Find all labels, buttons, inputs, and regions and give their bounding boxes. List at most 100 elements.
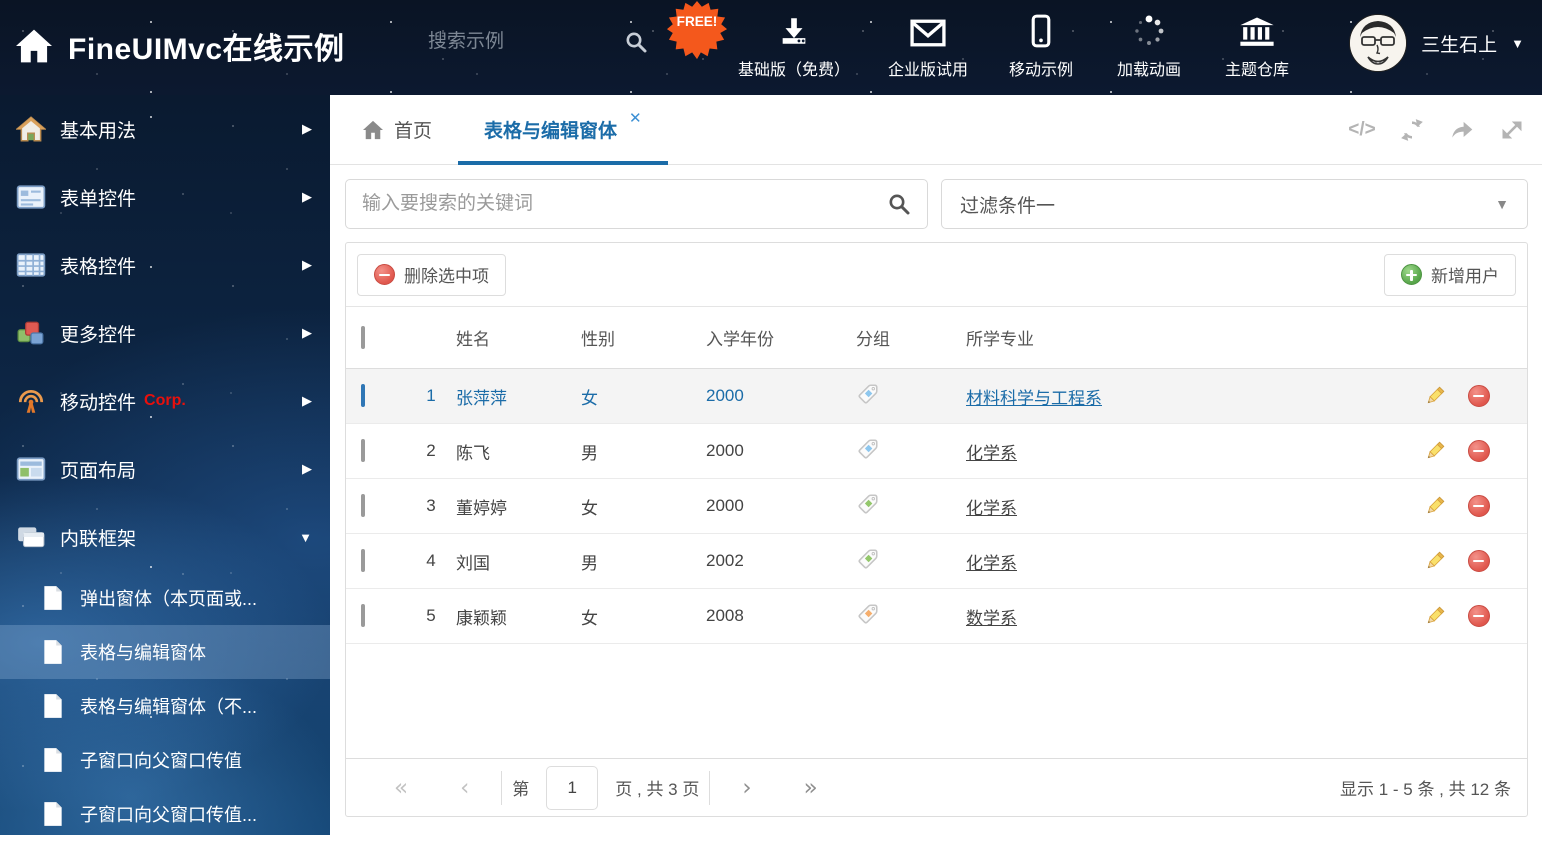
sidebar-subitem-grid-edit-window[interactable]: 表格与编辑窗体 <box>0 625 330 679</box>
edit-icon[interactable] <box>1423 604 1447 628</box>
filter-condition-select[interactable]: 过滤条件一 ▼ <box>941 179 1528 229</box>
table-row: 1 张萍萍 女 2000 材料科学与工程系 <box>346 369 1527 424</box>
delete-row-icon[interactable] <box>1468 440 1490 462</box>
edit-icon[interactable] <box>1423 384 1447 408</box>
delete-row-icon[interactable] <box>1468 495 1490 517</box>
app-title: FineUIMvc在线示例 <box>68 33 345 66</box>
sidebar-item-more-controls[interactable]: 更多控件 ▶ <box>0 299 330 367</box>
cell-year: 2000 <box>706 441 744 460</box>
search-icon[interactable] <box>624 30 648 54</box>
brand[interactable]: FineUIMvc在线示例 <box>14 24 345 68</box>
major-link[interactable]: 化学系 <box>966 444 1017 463</box>
file-icon <box>44 748 62 772</box>
nav-enterprise-trial[interactable]: 企业版试用 <box>888 12 968 80</box>
sidebar: 基本用法 ▶ 表单控件 ▶ 表格控件 ▶ 更多控件 ▶ 移动控件 Corp. ▶… <box>0 95 330 835</box>
sidebar-item-iframe[interactable]: 内联框架 ▼ <box>0 503 330 571</box>
sidebar-subitem-grid-edit-window-2[interactable]: 表格与编辑窗体（不... <box>0 679 330 733</box>
nav-label: 基础版（免费） <box>737 62 850 79</box>
sidebar-item-mobile-controls[interactable]: 移动控件 Corp. ▶ <box>0 367 330 435</box>
chevron-right-icon: ▶ <box>302 121 312 136</box>
delete-row-icon[interactable] <box>1468 605 1490 627</box>
keyword-search-box <box>345 179 928 229</box>
major-link[interactable]: 化学系 <box>966 554 1017 573</box>
col-year: 入学年份 <box>706 330 774 349</box>
chevron-down-icon: ▼ <box>1495 196 1509 212</box>
sidebar-item-grid-controls[interactable]: 表格控件 ▶ <box>0 231 330 299</box>
file-icon <box>44 694 62 718</box>
row-checkbox[interactable] <box>361 384 365 407</box>
add-user-button[interactable]: 新增用户 <box>1384 253 1516 296</box>
select-all-checkbox[interactable] <box>361 325 365 349</box>
corp-badge: Corp. <box>144 392 186 409</box>
last-page-icon[interactable]: » <box>778 775 844 801</box>
filter-selected-value: 过滤条件一 <box>960 195 1056 217</box>
tab-close-icon[interactable]: ✕ <box>629 109 642 127</box>
sidebar-subitem-child-to-parent[interactable]: 子窗口向父窗口传值 <box>0 733 330 787</box>
col-gender: 性别 <box>581 330 615 349</box>
layout-icon <box>16 457 46 481</box>
edit-icon[interactable] <box>1423 549 1447 573</box>
keyword-search-input[interactable] <box>362 193 887 215</box>
next-page-icon[interactable]: › <box>716 775 777 801</box>
sidebar-item-label: 页面布局 <box>60 460 137 482</box>
user-caret-icon: ▼ <box>1511 35 1524 51</box>
row-checkbox[interactable] <box>361 494 365 517</box>
edit-icon[interactable] <box>1423 439 1447 463</box>
source-code-icon[interactable]: </> <box>1348 116 1376 144</box>
table-row: 2 陈飞 男 2000 化学系 <box>346 424 1527 479</box>
first-page-icon[interactable]: « <box>368 775 434 801</box>
sidebar-subitem-child-to-parent-2[interactable]: 子窗口向父窗口传值... <box>0 787 330 841</box>
nav-loading-animation[interactable]: 加载动画 <box>1114 12 1184 80</box>
edit-icon[interactable] <box>1423 494 1447 518</box>
search-icon[interactable] <box>887 192 911 216</box>
divider <box>501 770 503 805</box>
fullscreen-icon[interactable] <box>1498 116 1526 144</box>
sidebar-item-form-controls[interactable]: 表单控件 ▶ <box>0 163 330 231</box>
page-number-input[interactable] <box>546 765 599 810</box>
sidebar-item-basic-usage[interactable]: 基本用法 ▶ <box>0 95 330 163</box>
cell-year: 2002 <box>706 551 744 570</box>
user-menu[interactable]: 三生石上 ▼ <box>1349 14 1524 72</box>
delete-row-icon[interactable] <box>1468 550 1490 572</box>
sidebar-subitem-label: 表格与编辑窗体（不... <box>80 697 258 717</box>
filter-row: 过滤条件一 ▼ <box>345 179 1528 229</box>
major-link[interactable]: 材料科学与工程系 <box>966 389 1102 408</box>
refresh-icon[interactable] <box>1398 116 1426 144</box>
top-header: FineUIMvc在线示例 FREE! 基础版（免费） <box>0 0 1542 95</box>
delete-selected-button[interactable]: 删除选中项 <box>357 253 506 296</box>
antenna-icon <box>18 390 44 413</box>
top-search <box>428 30 648 54</box>
chevron-right-icon: ▶ <box>302 257 312 272</box>
sidebar-item-label: 基本用法 <box>60 120 137 142</box>
chevron-right-icon: ▶ <box>302 461 312 476</box>
top-search-input[interactable] <box>428 31 568 53</box>
home-icon <box>16 29 52 63</box>
major-link[interactable]: 数学系 <box>966 609 1017 628</box>
tab-label: 表格与编辑窗体 <box>484 121 618 142</box>
nav-theme-repo[interactable]: 主题仓库 <box>1222 12 1292 80</box>
tab-home[interactable]: 首页 <box>336 95 458 164</box>
divider <box>709 770 711 805</box>
row-checkbox[interactable] <box>361 604 365 627</box>
sidebar-subitem-label: 表格与编辑窗体 <box>80 643 206 663</box>
share-icon[interactable] <box>1448 116 1476 144</box>
cell-year: 2000 <box>706 386 744 405</box>
col-major: 所学专业 <box>966 330 1034 349</box>
row-checkbox[interactable] <box>361 439 365 462</box>
major-link[interactable]: 化学系 <box>966 499 1017 518</box>
delete-row-icon[interactable] <box>1468 385 1490 407</box>
nav-basic-edition[interactable]: FREE! 基础版（免费） <box>666 0 850 80</box>
row-checkbox[interactable] <box>361 549 365 572</box>
sidebar-item-page-layout[interactable]: 页面布局 ▶ <box>0 435 330 503</box>
nav-mobile-demo[interactable]: 移动示例 <box>1006 12 1076 80</box>
tag-icon <box>858 438 878 459</box>
prev-page-icon[interactable]: ‹ <box>434 775 495 801</box>
tag-cell <box>856 602 966 631</box>
cell-name: 刘国 <box>456 553 490 573</box>
tab-grid-edit-window[interactable]: 表格与编辑窗体 ✕ <box>458 95 668 165</box>
cell-name: 陈飞 <box>456 443 490 463</box>
sidebar-subitem-popup-window[interactable]: 弹出窗体（本页面或... <box>0 571 330 625</box>
sidebar-subitem-label: 弹出窗体（本页面或... <box>80 589 258 609</box>
row-number: 4 <box>426 551 436 570</box>
mobile-icon <box>1031 14 1051 48</box>
